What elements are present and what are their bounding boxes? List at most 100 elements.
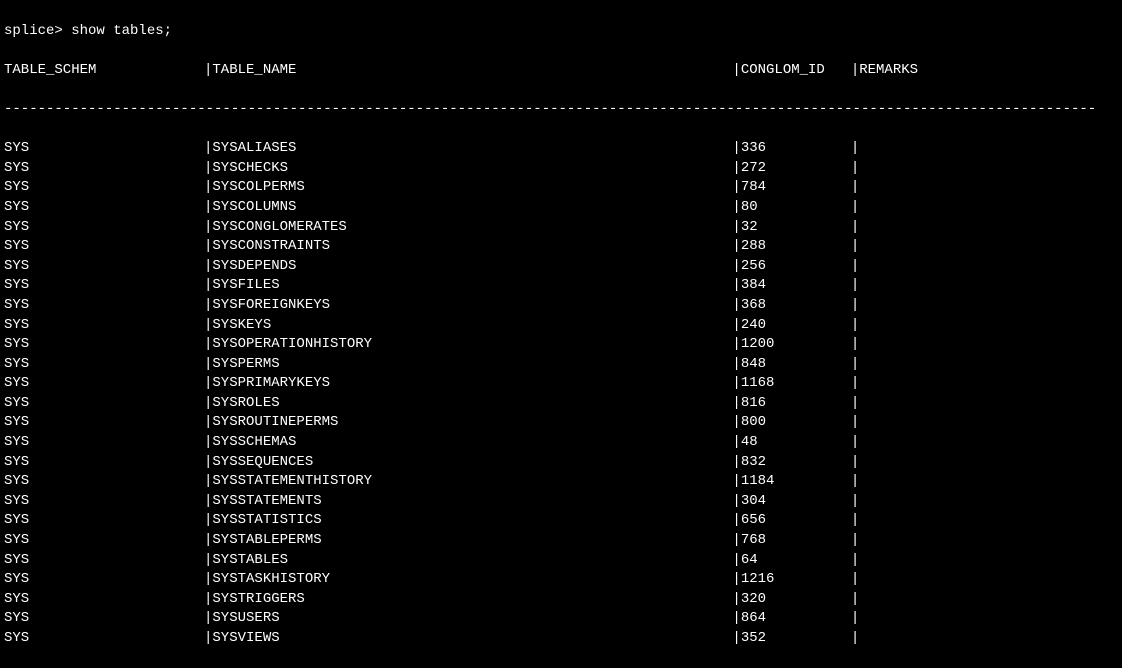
pipe-icon: | [732, 630, 740, 646]
pipe-icon: | [851, 512, 859, 528]
cell-id: 784 [741, 178, 851, 198]
cell-name: SYSFILES [212, 276, 732, 296]
cell-name: SYSSTATEMENTHISTORY [212, 472, 732, 492]
pipe-icon: | [204, 630, 212, 646]
pipe-icon: | [204, 591, 212, 607]
pipe-icon: | [851, 395, 859, 411]
pipe-icon: | [851, 277, 859, 293]
pipe-icon: | [204, 179, 212, 195]
cell-name: SYSSCHEMAS [212, 433, 732, 453]
pipe-icon: | [732, 512, 740, 528]
cell-id: 272 [741, 159, 851, 179]
command-prompt: splice> show tables; [4, 22, 1118, 42]
pipe-icon: | [732, 434, 740, 450]
pipe-icon: | [732, 571, 740, 587]
pipe-icon: | [732, 219, 740, 235]
cell-schem: SYS [4, 139, 204, 159]
pipe-icon: | [204, 395, 212, 411]
cell-id: 288 [741, 237, 851, 257]
terminal-output: splice> show tables; TABLE_SCHEM|TABLE_N… [4, 2, 1118, 668]
cell-schem: SYS [4, 178, 204, 198]
cell-schem: SYS [4, 374, 204, 394]
cell-name: SYSOPERATIONHISTORY [212, 335, 732, 355]
pipe-icon: | [851, 336, 859, 352]
pipe-icon: | [732, 62, 740, 78]
table-row: SYS|SYSKEYS|240| [4, 316, 1118, 336]
cell-name: SYSROLES [212, 394, 732, 414]
pipe-icon: | [851, 199, 859, 215]
pipe-icon: | [851, 375, 859, 391]
pipe-icon: | [204, 258, 212, 274]
cell-schem: SYS [4, 257, 204, 277]
table-row: SYS|SYSDEPENDS|256| [4, 257, 1118, 277]
pipe-icon: | [204, 454, 212, 470]
cell-schem: SYS [4, 335, 204, 355]
table-row: SYS|SYSSTATISTICS|656| [4, 511, 1118, 531]
cell-id: 80 [741, 198, 851, 218]
table-row: SYS|SYSTRIGGERS|320| [4, 590, 1118, 610]
pipe-icon: | [851, 414, 859, 430]
pipe-icon: | [204, 434, 212, 450]
pipe-icon: | [851, 552, 859, 568]
pipe-icon: | [204, 356, 212, 372]
pipe-icon: | [732, 532, 740, 548]
cell-id: 64 [741, 551, 851, 571]
cell-name: SYSSTATEMENTS [212, 492, 732, 512]
cell-id: 800 [741, 413, 851, 433]
table-row: SYS|SYSFOREIGNKEYS|368| [4, 296, 1118, 316]
table-row: SYS|SYSOPERATIONHISTORY|1200| [4, 335, 1118, 355]
cell-id: 864 [741, 609, 851, 629]
pipe-icon: | [204, 512, 212, 528]
pipe-icon: | [204, 160, 212, 176]
cell-schem: SYS [4, 355, 204, 375]
table-row: SYS|SYSUSERS|864| [4, 609, 1118, 629]
table-body: SYS|SYSALIASES|336|SYS|SYSCHECKS|272|SYS… [4, 139, 1118, 648]
pipe-icon: | [204, 219, 212, 235]
table-row: SYS|SYSVIEWS|352| [4, 629, 1118, 649]
pipe-icon: | [732, 375, 740, 391]
pipe-icon: | [732, 160, 740, 176]
pipe-icon: | [851, 297, 859, 313]
pipe-icon: | [732, 591, 740, 607]
pipe-icon: | [851, 238, 859, 254]
cell-name: SYSCHECKS [212, 159, 732, 179]
cell-id: 320 [741, 590, 851, 610]
pipe-icon: | [732, 317, 740, 333]
table-row: SYS|SYSCOLUMNS|80| [4, 198, 1118, 218]
table-row: SYS|SYSTABLES|64| [4, 551, 1118, 571]
header-schem: TABLE_SCHEM [4, 61, 204, 81]
cell-id: 368 [741, 296, 851, 316]
pipe-icon: | [204, 277, 212, 293]
pipe-icon: | [851, 630, 859, 646]
cell-name: SYSCONSTRAINTS [212, 237, 732, 257]
table-row: SYS|SYSROLES|816| [4, 394, 1118, 414]
pipe-icon: | [204, 610, 212, 626]
cell-name: SYSCOLUMNS [212, 198, 732, 218]
pipe-icon: | [851, 140, 859, 156]
pipe-icon: | [732, 552, 740, 568]
cell-id: 256 [741, 257, 851, 277]
pipe-icon: | [732, 277, 740, 293]
table-row: SYS|SYSTABLEPERMS|768| [4, 531, 1118, 551]
pipe-icon: | [851, 571, 859, 587]
cell-name: SYSROUTINEPERMS [212, 413, 732, 433]
pipe-icon: | [732, 199, 740, 215]
cell-schem: SYS [4, 159, 204, 179]
pipe-icon: | [851, 591, 859, 607]
pipe-icon: | [851, 493, 859, 509]
cell-schem: SYS [4, 551, 204, 571]
cell-id: 768 [741, 531, 851, 551]
cell-schem: SYS [4, 609, 204, 629]
pipe-icon: | [204, 62, 212, 78]
table-row: SYS|SYSROUTINEPERMS|800| [4, 413, 1118, 433]
pipe-icon: | [204, 297, 212, 313]
pipe-icon: | [204, 552, 212, 568]
pipe-icon: | [851, 454, 859, 470]
pipe-icon: | [851, 356, 859, 372]
cell-id: 1200 [741, 335, 851, 355]
cell-name: SYSTABLES [212, 551, 732, 571]
pipe-icon: | [204, 532, 212, 548]
cell-schem: SYS [4, 394, 204, 414]
cell-id: 32 [741, 218, 851, 238]
cell-schem: SYS [4, 590, 204, 610]
